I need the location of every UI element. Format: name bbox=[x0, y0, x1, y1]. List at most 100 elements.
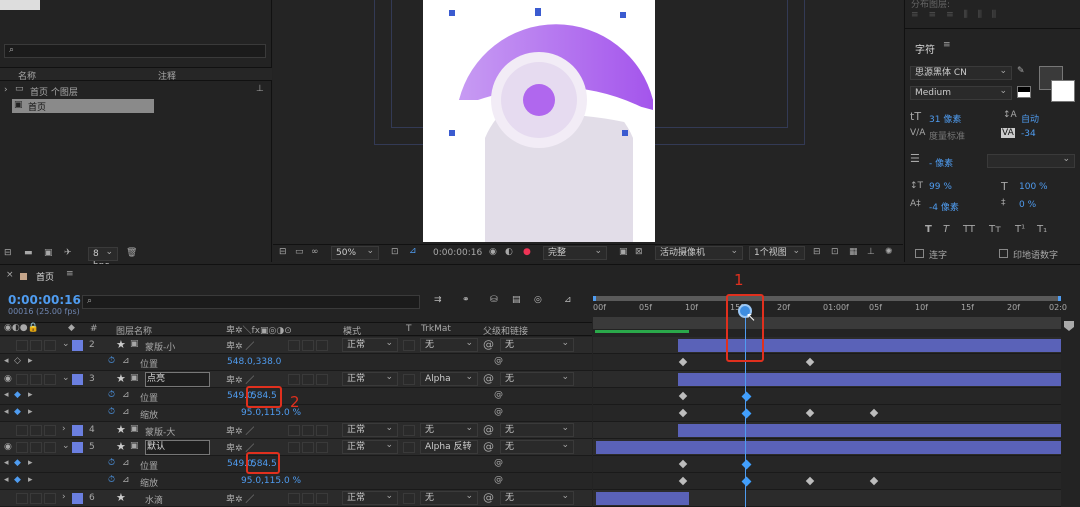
pickwhip-icon[interactable]: @ bbox=[483, 423, 494, 436]
parent-dropdown[interactable]: 无 bbox=[500, 490, 574, 505]
layer-name[interactable]: 蒙版-小 bbox=[145, 340, 175, 353]
label-color[interactable] bbox=[72, 425, 83, 436]
stopwatch-icon[interactable]: ⏱ bbox=[108, 475, 115, 485]
keyframe[interactable] bbox=[869, 476, 879, 486]
handle-bl[interactable] bbox=[449, 130, 455, 136]
column-comment[interactable]: 注释 bbox=[158, 69, 176, 82]
chevron-down-icon[interactable]: ⌄ bbox=[62, 339, 70, 349]
small-caps-button[interactable]: Tт bbox=[989, 224, 1001, 235]
viewer-timecode[interactable]: 0:00:00:16 bbox=[433, 248, 482, 258]
add-keyframe-icon[interactable]: ◆ bbox=[14, 475, 21, 485]
stopwatch-icon[interactable]: ⏱ bbox=[108, 458, 115, 468]
timeline-search-input[interactable]: ⌕ bbox=[82, 295, 420, 309]
trkmat-dropdown[interactable]: 无 bbox=[420, 490, 478, 505]
layer-row[interactable]: ⌄ 2 ★ ▣ 蒙版-小 卑✲ ／ 正常 无 @ 无 bbox=[0, 337, 592, 354]
chevron-down-icon[interactable]: ⌄ bbox=[62, 373, 70, 383]
add-keyframe-icon[interactable]: ◆ bbox=[14, 458, 21, 468]
all-caps-button[interactable]: TT bbox=[963, 224, 975, 235]
menu-icon[interactable]: ≡ bbox=[943, 40, 951, 50]
solo-switch[interactable] bbox=[30, 374, 42, 385]
leading-value[interactable]: 自动 bbox=[1021, 112, 1039, 125]
handle-tr[interactable] bbox=[620, 12, 626, 18]
mode-dropdown[interactable]: 正常 bbox=[342, 371, 398, 386]
comp-canvas[interactable] bbox=[423, 0, 655, 242]
graph-icon[interactable]: ⊿ bbox=[122, 475, 130, 485]
expression-pickwhip-icon[interactable]: @ bbox=[494, 407, 503, 417]
layer-switches[interactable]: 卑✲ ／ bbox=[226, 373, 254, 386]
camera-icon[interactable]: ◉ bbox=[489, 247, 497, 257]
font-style-dropdown[interactable]: Medium bbox=[910, 85, 1012, 100]
pickwhip-icon[interactable]: @ bbox=[483, 440, 494, 453]
vr-icon[interactable]: ∞ bbox=[311, 247, 319, 257]
layer-duration-bar[interactable] bbox=[678, 424, 1061, 437]
switch-box[interactable] bbox=[288, 425, 300, 436]
keyframe[interactable] bbox=[678, 476, 688, 486]
label-color[interactable] bbox=[72, 374, 83, 385]
mode-dropdown[interactable]: 正常 bbox=[342, 490, 398, 505]
property-row[interactable]: ◂ ◇ ▸ ⏱ ⊿ 位置 548.0,338.0 @ bbox=[0, 354, 592, 371]
flowchart-icon[interactable]: ✈ bbox=[64, 248, 72, 258]
always-preview-icon[interactable]: ⊟ bbox=[279, 247, 287, 257]
switch-box[interactable] bbox=[302, 442, 314, 453]
shy-icon[interactable]: ⛁ bbox=[490, 295, 498, 305]
horizontal-scale-value[interactable]: 100 % bbox=[1019, 182, 1048, 192]
layer-switches[interactable]: 卑✲ ／ bbox=[226, 424, 254, 437]
graph-icon[interactable]: ⊿ bbox=[122, 356, 130, 366]
switch-box[interactable] bbox=[302, 493, 314, 504]
camera-dropdown[interactable]: 活动摄像机 bbox=[655, 245, 743, 260]
mode-header[interactable]: 模式 bbox=[343, 324, 361, 337]
preserve-transparency-box[interactable] bbox=[403, 425, 415, 436]
keyframe[interactable] bbox=[678, 459, 688, 469]
hindi-checkbox[interactable] bbox=[999, 249, 1008, 258]
trkmat-dropdown[interactable]: Alpha bbox=[420, 371, 478, 386]
layer-name[interactable]: 蒙版-大 bbox=[145, 425, 175, 438]
solo-switch[interactable] bbox=[30, 493, 42, 504]
property-row[interactable]: ◂ ◆ ▸ ⏱ ⊿ 位置 549.0, 584.5 @ bbox=[0, 456, 592, 473]
switch-box[interactable] bbox=[316, 425, 328, 436]
draft-3d-icon[interactable]: ⚭ bbox=[462, 295, 470, 305]
visibility-eye-icon[interactable]: ◉ bbox=[4, 442, 12, 452]
reset-exposure-icon[interactable]: ⊡ bbox=[831, 247, 839, 257]
region-icon[interactable]: ▣ bbox=[619, 247, 628, 257]
keyframe[interactable] bbox=[805, 476, 815, 486]
layer-switches[interactable]: 卑✲ ／ bbox=[226, 339, 254, 352]
faux-italic-button[interactable]: T bbox=[943, 224, 949, 235]
add-keyframe-icon[interactable]: ◆ bbox=[14, 390, 21, 400]
font-family-dropdown[interactable]: 思源黑体 CN bbox=[910, 65, 1012, 80]
close-icon[interactable]: × bbox=[6, 270, 14, 280]
monitor-icon[interactable]: ▭ bbox=[295, 247, 304, 257]
switch-box[interactable] bbox=[316, 340, 328, 351]
mode-dropdown[interactable]: 正常 bbox=[342, 422, 398, 437]
pickwhip-icon[interactable]: @ bbox=[483, 338, 494, 351]
keyframe-nav-prev-icon[interactable]: ◂ bbox=[4, 475, 9, 485]
timeline-tab[interactable]: × 首页 ≡ bbox=[0, 265, 100, 287]
layer-row[interactable]: › 4 ★ ▣ 蒙版-大 卑✲ ／ 正常 无 @ 无 bbox=[0, 422, 592, 439]
stroke-color-swatch[interactable] bbox=[1051, 80, 1075, 102]
switch-box[interactable] bbox=[288, 374, 300, 385]
label-color[interactable] bbox=[72, 442, 83, 453]
baseline-value[interactable]: -4 像素 bbox=[929, 200, 959, 213]
ligature-checkbox[interactable] bbox=[915, 249, 924, 258]
audio-switch[interactable] bbox=[16, 340, 28, 351]
new-folder-icon[interactable]: ▬ bbox=[24, 248, 33, 258]
views-dropdown[interactable]: 1个视图 bbox=[749, 245, 805, 260]
exposure-icon[interactable]: ✺ bbox=[885, 247, 893, 257]
label-color[interactable] bbox=[72, 340, 83, 351]
column-name[interactable]: 名称 bbox=[18, 69, 36, 82]
keyframe-selected[interactable] bbox=[741, 476, 752, 487]
label-color[interactable] bbox=[72, 493, 83, 504]
layer-name-header[interactable]: 图层名称 bbox=[116, 324, 152, 337]
graph-icon[interactable]: ⊿ bbox=[122, 407, 130, 417]
switch-box[interactable] bbox=[302, 425, 314, 436]
audio-switch[interactable] bbox=[16, 425, 28, 436]
keyframe-nav-prev-icon[interactable]: ◂ bbox=[4, 356, 9, 366]
lock-switch[interactable] bbox=[44, 340, 56, 351]
kerning-value[interactable]: 度量标准 bbox=[929, 129, 965, 142]
layer-name[interactable]: 默认 bbox=[145, 440, 211, 455]
expression-pickwhip-icon[interactable]: @ bbox=[494, 356, 503, 366]
graph-editor-icon[interactable]: ⊿ bbox=[564, 295, 572, 305]
keyframe-nav-next-icon[interactable]: ▸ bbox=[28, 407, 33, 417]
layer-name[interactable]: 水滴 bbox=[145, 493, 163, 506]
switch-box[interactable] bbox=[316, 493, 328, 504]
preserve-transparency-box[interactable] bbox=[403, 493, 415, 504]
